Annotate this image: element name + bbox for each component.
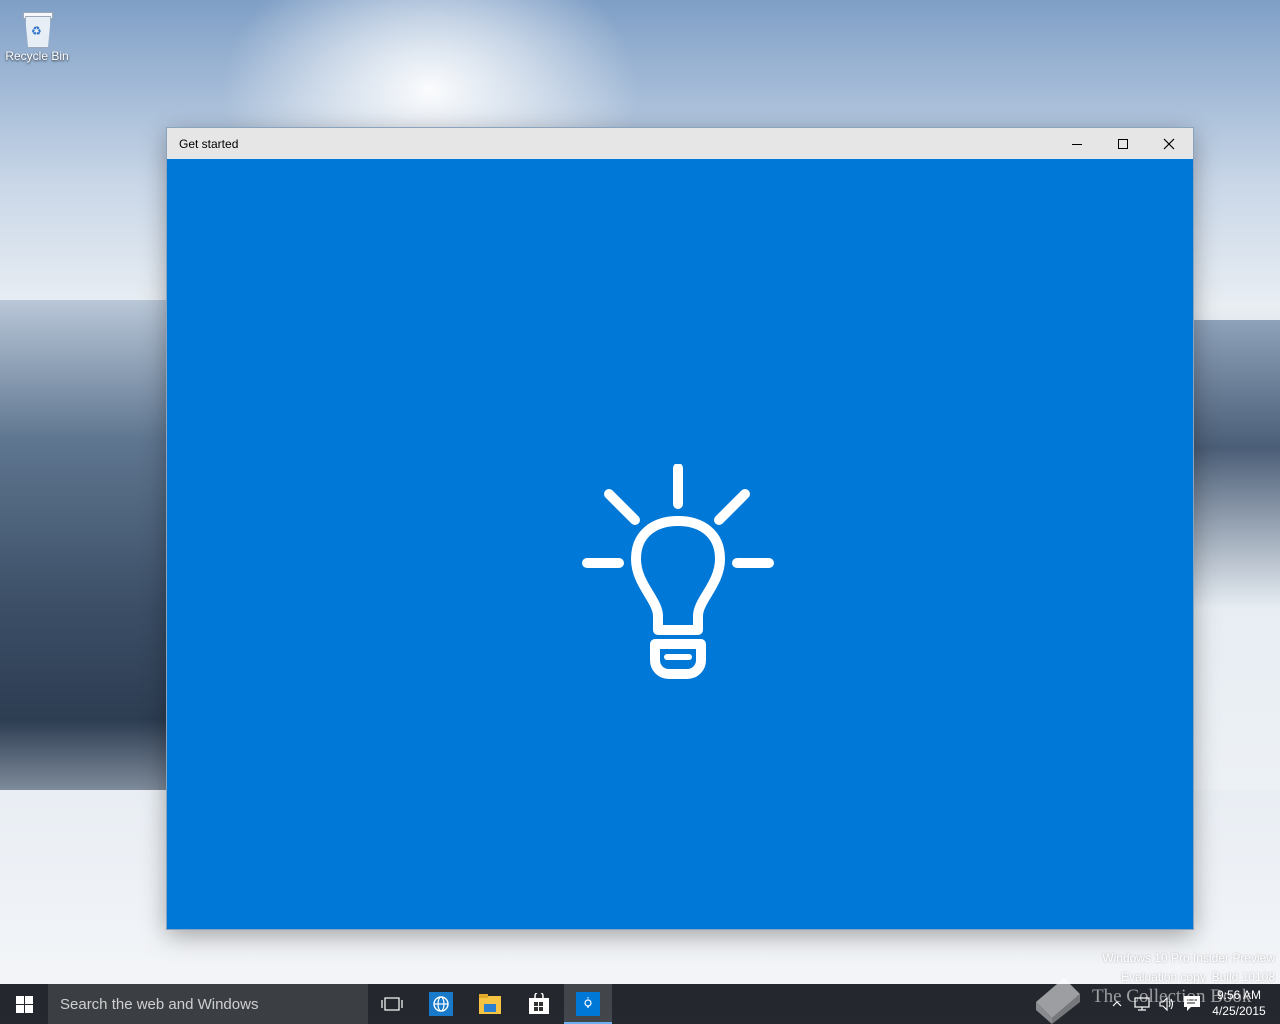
store-icon bbox=[529, 993, 549, 1014]
title-bar[interactable]: Get started bbox=[167, 128, 1193, 159]
maximize-button[interactable] bbox=[1100, 128, 1146, 159]
desktop-icon-recycle-bin[interactable]: ♻ Recycle Bin bbox=[4, 8, 70, 63]
lightbulb-icon bbox=[582, 464, 774, 679]
task-view-icon bbox=[381, 997, 403, 1011]
get-started-window: Get started bbox=[167, 128, 1193, 929]
maximize-icon bbox=[1118, 138, 1128, 149]
windows-watermark: Windows 10 Pro Insider Preview Evaluatio… bbox=[1102, 949, 1275, 987]
file-explorer-button[interactable] bbox=[466, 984, 514, 1024]
get-started-icon bbox=[576, 992, 600, 1016]
minimize-button[interactable] bbox=[1054, 128, 1100, 159]
internet-explorer-button[interactable] bbox=[417, 984, 465, 1024]
search-box[interactable]: Search the web and Windows bbox=[48, 984, 368, 1024]
store-button[interactable] bbox=[515, 984, 563, 1024]
close-button[interactable] bbox=[1146, 128, 1192, 159]
task-view-button[interactable] bbox=[368, 984, 416, 1024]
overlay-watermark-text: The Collection Book bbox=[1092, 986, 1252, 1007]
internet-explorer-icon bbox=[429, 992, 453, 1016]
desktop-icon-label: Recycle Bin bbox=[5, 49, 69, 63]
close-icon bbox=[1163, 138, 1175, 149]
get-started-taskbar-button[interactable] bbox=[564, 984, 612, 1024]
start-button[interactable] bbox=[0, 984, 48, 1024]
windows-logo-icon bbox=[15, 995, 33, 1013]
minimize-icon bbox=[1072, 143, 1082, 145]
wallpaper-mountain-left bbox=[0, 300, 170, 860]
file-explorer-icon bbox=[479, 994, 501, 1014]
taskbar: Search the web and Windows 9:56 AM 4/25/… bbox=[0, 984, 1280, 1024]
splash-content bbox=[167, 159, 1193, 929]
book-logo-icon bbox=[1036, 978, 1080, 1024]
search-placeholder: Search the web and Windows bbox=[60, 996, 259, 1013]
recycle-bin-icon: ♻ bbox=[22, 10, 53, 48]
watermark-line-1: Windows 10 Pro Insider Preview bbox=[1102, 951, 1275, 965]
window-title: Get started bbox=[179, 137, 239, 151]
